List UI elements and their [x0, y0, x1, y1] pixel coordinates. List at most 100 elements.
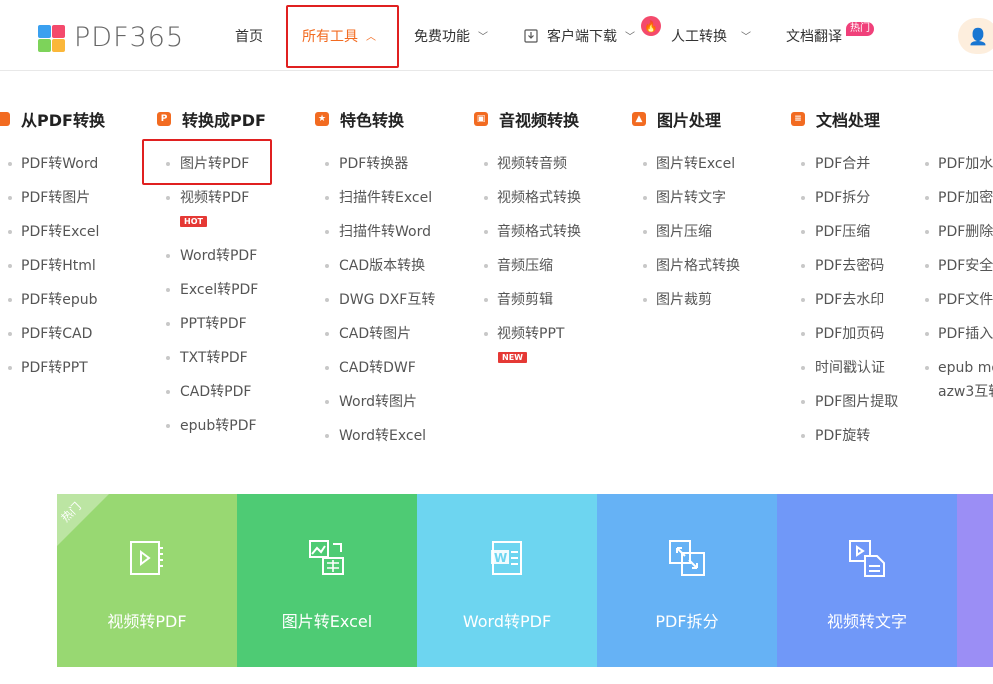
- tool-link[interactable]: PDF转图片: [21, 188, 90, 208]
- tool-link[interactable]: PDF转PPT: [21, 358, 88, 378]
- tool-link[interactable]: 视频转音频: [497, 154, 567, 174]
- tool-link[interactable]: 视频转PPT: [497, 324, 564, 344]
- image-icon: ▲: [632, 112, 646, 126]
- tool-link[interactable]: 扫描件转Word: [339, 222, 431, 242]
- bullet: [801, 332, 805, 336]
- nav-home[interactable]: 首页: [235, 0, 263, 71]
- new-tag: NEW: [498, 352, 527, 363]
- tool-link[interactable]: 音频压缩: [497, 256, 553, 276]
- top-header: PDF365 首页 所有工具 ︿ 免费功能 ﹀ 客户端下载 ﹀ 🔥 人工转换 ﹀…: [0, 0, 993, 71]
- bullet: [325, 230, 329, 234]
- tool-link[interactable]: CAD版本转换: [339, 256, 425, 276]
- tool-link[interactable]: PDF安全: [938, 256, 993, 276]
- tool-link[interactable]: PDF插入: [938, 324, 993, 344]
- tile-video-to-text[interactable]: 视频转文字: [777, 494, 957, 667]
- tool-link[interactable]: PDF加密: [938, 188, 993, 208]
- tile-label: 视频转PDF: [107, 612, 187, 631]
- tool-link[interactable]: PDF加水: [938, 154, 993, 174]
- tool-link[interactable]: 视频转PDF: [180, 188, 249, 208]
- tool-link[interactable]: PDF文件: [938, 290, 993, 310]
- user-avatar-icon[interactable]: 👤: [958, 18, 993, 54]
- column-title-text: 从PDF转换: [21, 111, 105, 130]
- tool-link[interactable]: PDF转换器: [339, 154, 408, 174]
- tile-word-to-pdf[interactable]: W Word转PDF: [417, 494, 597, 667]
- tool-link[interactable]: 图片格式转换: [656, 256, 740, 276]
- column-document-more: PDF加水 PDF加密 PDF删除 PDF安全 PDF文件 PDF插入 epub…: [0, 0, 993, 494]
- nav-client-download[interactable]: 客户端下载 ﹀: [524, 0, 635, 71]
- bullet: [484, 264, 488, 268]
- bullet: [801, 434, 805, 438]
- logo[interactable]: PDF365: [38, 22, 184, 53]
- column-title-text: 音视频转换: [499, 111, 580, 130]
- tile-more[interactable]: [957, 494, 993, 667]
- bullet: [484, 298, 488, 302]
- bullet: [801, 196, 805, 200]
- bullet: [925, 366, 929, 370]
- tool-link[interactable]: PDF去密码: [815, 256, 884, 276]
- bullet: [801, 162, 805, 166]
- tool-link[interactable]: PPT转PDF: [180, 314, 247, 334]
- tool-link[interactable]: 图片压缩: [656, 222, 712, 242]
- bullet: [166, 356, 170, 360]
- tool-link[interactable]: Excel转PDF: [180, 280, 258, 300]
- tool-link[interactable]: Word转PDF: [180, 246, 257, 266]
- bullet: [166, 196, 170, 200]
- bullet: [925, 264, 929, 268]
- tool-link[interactable]: PDF拆分: [815, 188, 870, 208]
- fire-icon: 🔥: [641, 16, 661, 36]
- nav-free-features[interactable]: 免费功能 ﹀: [414, 0, 488, 71]
- tool-link[interactable]: 扫描件转Excel: [339, 188, 432, 208]
- nav-free-features-label: 免费功能: [414, 28, 470, 45]
- tool-link[interactable]: PDF转Word: [21, 154, 98, 174]
- tool-link[interactable]: Word转图片: [339, 392, 417, 412]
- tool-link[interactable]: PDF删除: [938, 222, 993, 242]
- bullet: [484, 162, 488, 166]
- tile-video-to-pdf[interactable]: 热门 视频转PDF: [57, 494, 237, 667]
- nav-manual-convert[interactable]: 人工转换 ﹀: [671, 0, 751, 71]
- bullet: [484, 230, 488, 234]
- tile-label: 图片转Excel: [281, 612, 373, 631]
- tool-link[interactable]: PDF合并: [815, 154, 870, 174]
- tool-link[interactable]: TXT转PDF: [180, 348, 248, 368]
- tool-link[interactable]: PDF旋转: [815, 426, 870, 446]
- bullet: [925, 298, 929, 302]
- tool-link[interactable]: PDF转CAD: [21, 324, 92, 344]
- tool-link[interactable]: epub mo: [938, 358, 993, 378]
- tile-label: 视频转文字: [826, 612, 907, 631]
- tool-link[interactable]: PDF加页码: [815, 324, 884, 344]
- tool-link[interactable]: 图片转文字: [656, 188, 726, 208]
- tool-link[interactable]: CAD转PDF: [180, 382, 251, 402]
- tool-link[interactable]: PDF转Excel: [21, 222, 99, 242]
- tool-link[interactable]: azw3互转: [938, 382, 993, 402]
- tool-link[interactable]: 音频格式转换: [497, 222, 581, 242]
- bullet: [8, 230, 12, 234]
- tool-link[interactable]: 时间戳认证: [815, 358, 885, 378]
- image-to-excel-icon: [309, 540, 344, 575]
- tool-link[interactable]: 图片转Excel: [656, 154, 735, 174]
- chevron-down-icon: ﹀: [741, 32, 751, 43]
- chevron-down-icon: ﹀: [478, 32, 488, 43]
- nav-client-download-label: 客户端下载: [547, 28, 617, 45]
- tool-link[interactable]: CAD转图片: [339, 324, 411, 344]
- nav-doc-translate[interactable]: 文档翻译: [786, 0, 842, 71]
- tool-link[interactable]: PDF转epub: [21, 290, 98, 310]
- feature-tiles: 热门 视频转PDF 图片转Excel W Word转PDF PDF拆分 视频转文…: [57, 494, 993, 667]
- tool-link[interactable]: PDF转Html: [21, 256, 96, 276]
- tool-link[interactable]: 音频剪辑: [497, 290, 553, 310]
- tool-link[interactable]: CAD转DWF: [339, 358, 416, 378]
- tool-link[interactable]: epub转PDF: [180, 416, 257, 436]
- tile-pdf-split[interactable]: PDF拆分: [597, 494, 777, 667]
- tool-link[interactable]: Word转Excel: [339, 426, 426, 446]
- tool-link[interactable]: PDF压缩: [815, 222, 870, 242]
- tool-link[interactable]: PDF图片提取: [815, 392, 898, 412]
- hot-tag: HOT: [180, 216, 207, 227]
- tool-link[interactable]: DWG DXF互转: [339, 290, 435, 310]
- bullet: [325, 264, 329, 268]
- tool-link[interactable]: 图片裁剪: [656, 290, 712, 310]
- word-to-pdf-icon: W: [491, 541, 522, 575]
- bullet: [643, 196, 647, 200]
- tool-link[interactable]: PDF去水印: [815, 290, 884, 310]
- tool-link[interactable]: 视频格式转换: [497, 188, 581, 208]
- tile-label: PDF拆分: [655, 612, 719, 631]
- tile-image-to-excel[interactable]: 图片转Excel: [237, 494, 417, 667]
